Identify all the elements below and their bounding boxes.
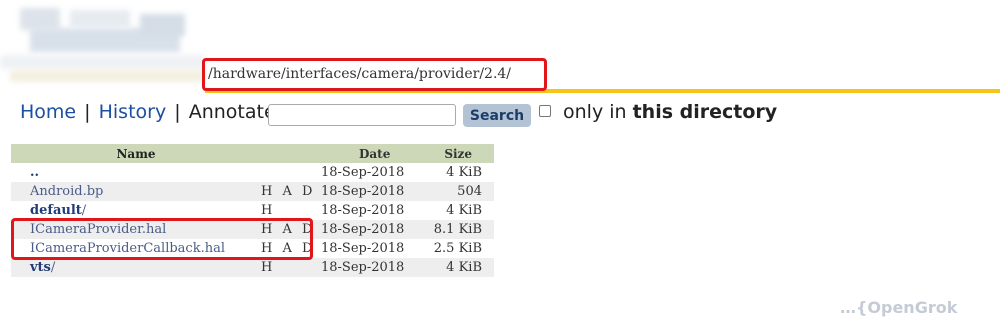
file-date: 18-Sep-2018 [321, 203, 405, 218]
history-links[interactable]: H [261, 260, 317, 275]
file-size: 4 KiB [446, 203, 482, 218]
file-date: 18-Sep-2018 [321, 241, 405, 256]
highlight-box-hal-files [11, 218, 313, 260]
file-date: 18-Sep-2018 [321, 260, 405, 275]
nav-home-link[interactable]: Home [20, 101, 76, 123]
table-row: Android.bp H A D 18-Sep-2018 504 [11, 182, 494, 201]
file-date: 18-Sep-2018 [321, 222, 405, 237]
header-size[interactable]: Size [425, 147, 494, 161]
nav-history-link[interactable]: History [99, 101, 167, 123]
history-links[interactable]: H A D [261, 184, 317, 199]
table-row: .. 18-Sep-2018 4 KiB [11, 163, 494, 182]
table-header: Name Date Size [11, 144, 494, 163]
highlight-box-path [202, 58, 547, 91]
history-links[interactable]: H [261, 203, 317, 218]
nav-separator: | [84, 101, 91, 123]
only-in-directory-label: only in this directory [563, 101, 778, 123]
file-size: 504 [457, 184, 482, 199]
search-input[interactable] [268, 104, 456, 126]
table-row: vts/ H 18-Sep-2018 4 KiB [11, 258, 494, 277]
header-date[interactable]: Date [317, 147, 425, 161]
nav-links: Home | History | Annotate [20, 101, 276, 123]
file-date: 18-Sep-2018 [321, 165, 405, 180]
file-size: 4 KiB [446, 260, 482, 275]
header-name[interactable]: Name [11, 147, 261, 161]
file-link[interactable]: Android.bp [30, 184, 103, 199]
file-size: 4 KiB [446, 165, 482, 180]
nav-annotate-link[interactable]: Annotate [189, 101, 276, 123]
parent-dir-link[interactable]: .. [30, 165, 39, 180]
nav-separator: | [174, 101, 181, 123]
only-in-directory-checkbox[interactable] [539, 105, 551, 117]
file-size: 8.1 KiB [433, 222, 482, 237]
blurred-logo [0, 0, 210, 95]
search-button[interactable]: Search [463, 104, 531, 127]
file-size: 2.5 KiB [433, 241, 482, 256]
dir-link[interactable]: default [30, 203, 82, 218]
dir-link[interactable]: vts [30, 260, 51, 275]
watermark: …{OpenGrok [840, 298, 958, 317]
file-date: 18-Sep-2018 [321, 184, 405, 199]
